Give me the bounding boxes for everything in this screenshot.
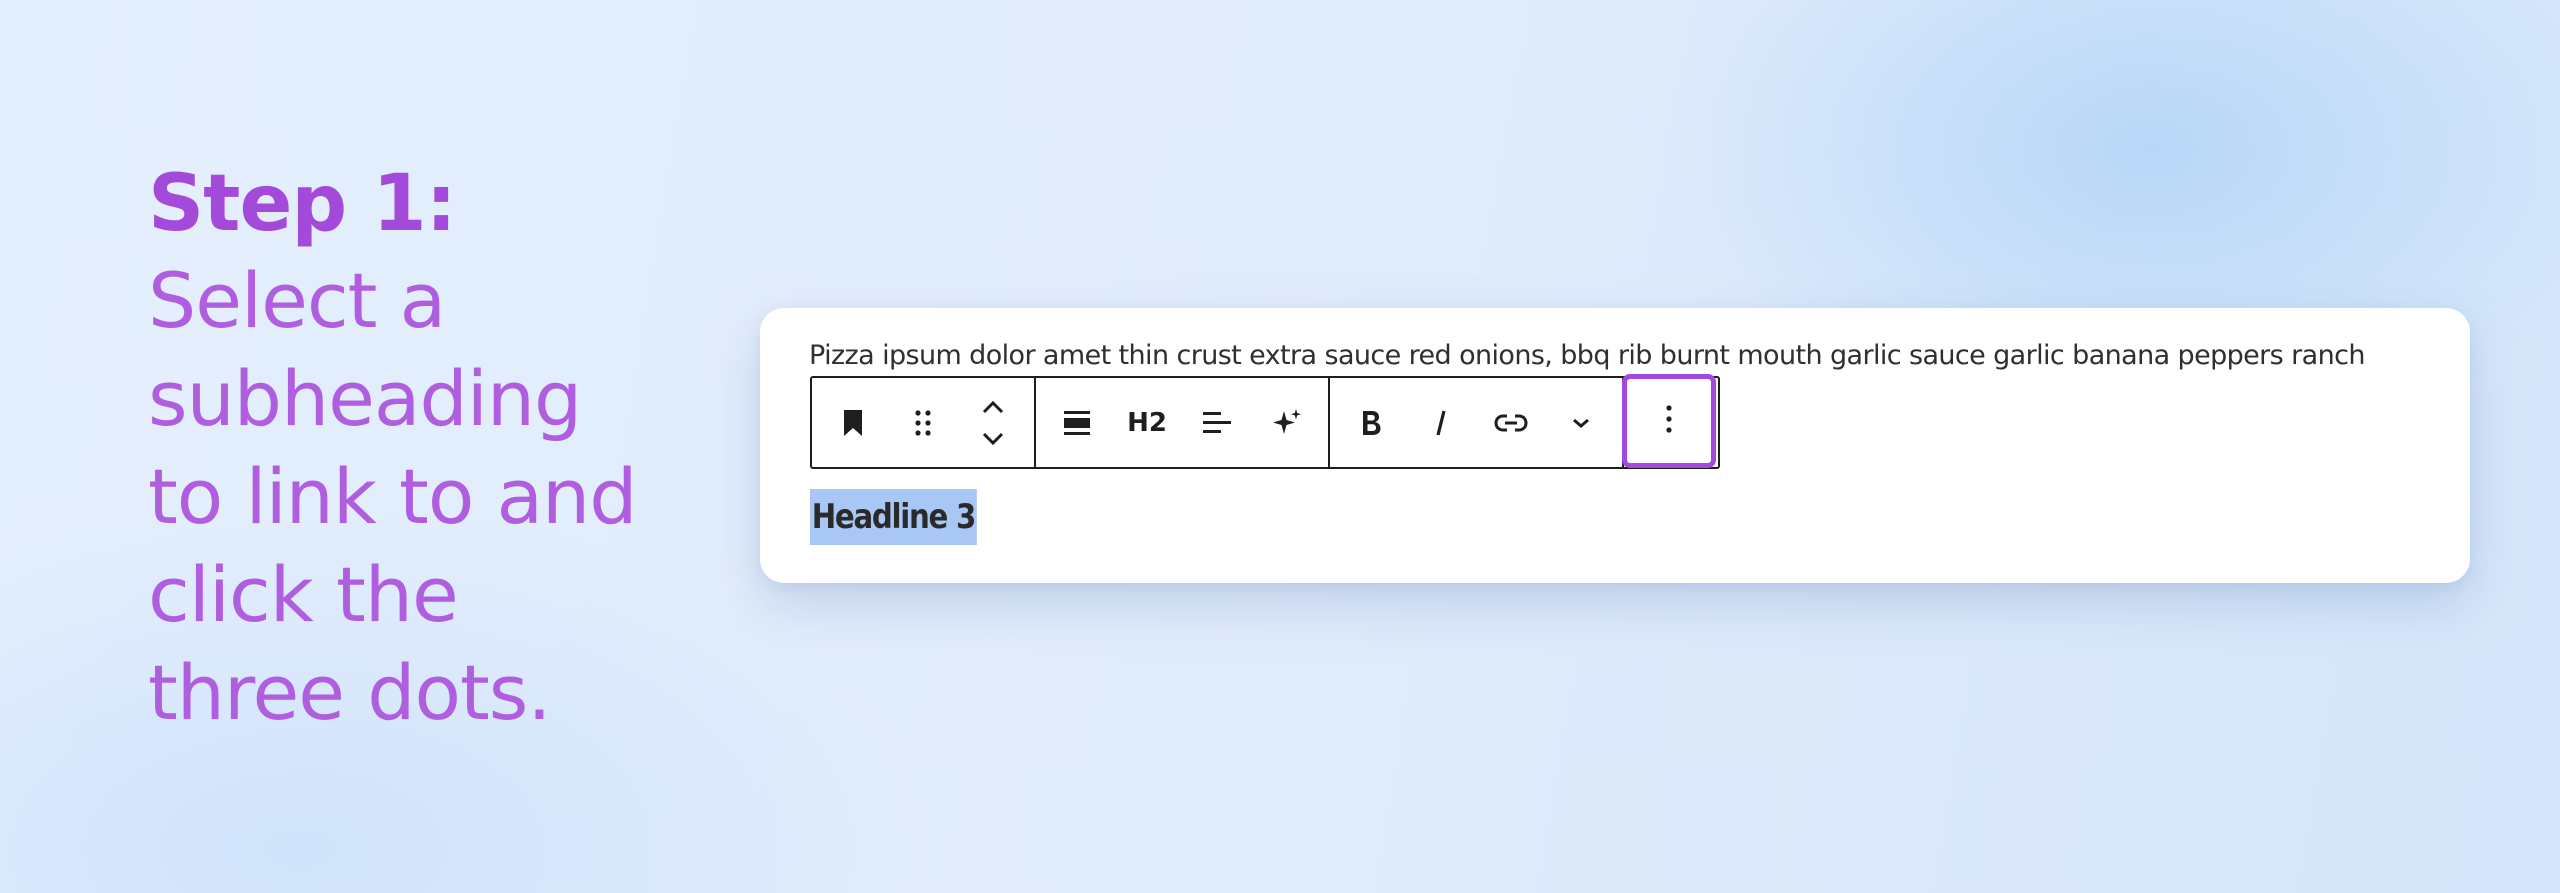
bold-button[interactable] (1336, 380, 1406, 465)
link-icon (1493, 412, 1529, 434)
headline-block[interactable]: Headline 3 (810, 489, 977, 545)
heading-level-button[interactable]: H2 (1112, 380, 1182, 465)
editor-card: Pizza ipsum dolor amet thin crust extra … (760, 308, 2470, 583)
ai-assist-button[interactable] (1252, 380, 1322, 465)
step-line-5: three dots. (148, 648, 552, 737)
bookmark-icon (840, 408, 866, 438)
move-up-down-icon (980, 398, 1006, 448)
chevron-down-icon (1569, 415, 1593, 431)
link-button[interactable] (1476, 380, 1546, 465)
step-line-2: subheading (148, 354, 582, 443)
italic-icon (1431, 408, 1451, 438)
toolbar-group-format (1330, 378, 1624, 467)
more-formatting-button[interactable] (1546, 380, 1616, 465)
step-line-3: to link to and (148, 452, 637, 541)
align-left-icon (1201, 408, 1233, 438)
italic-button[interactable] (1406, 380, 1476, 465)
bold-icon (1359, 408, 1383, 438)
instruction-panel: Step 1: Select a subheading to link to a… (148, 156, 708, 742)
toolbar-group-layout: H2 (1036, 378, 1330, 467)
vertical-dots-icon (1664, 403, 1674, 439)
block-toolbar: H2 (810, 376, 1720, 469)
drag-handle-icon (912, 408, 934, 438)
options-button[interactable] (1622, 374, 1716, 468)
align-button[interactable] (1042, 380, 1112, 465)
step-title: Step 1: (148, 159, 457, 249)
heading-level-label: H2 (1127, 407, 1167, 438)
sparkle-icon (1271, 407, 1303, 439)
block-type-button[interactable] (818, 380, 888, 465)
text-align-button[interactable] (1182, 380, 1252, 465)
step-line-1: Select a (148, 256, 446, 345)
align-wide-icon (1062, 408, 1092, 438)
toolbar-group-block (812, 378, 1036, 467)
move-block-button[interactable] (958, 380, 1028, 465)
step-line-4: click the (148, 550, 459, 639)
paragraph-block[interactable]: Pizza ipsum dolor amet thin crust extra … (809, 338, 2365, 374)
drag-handle-button[interactable] (888, 380, 958, 465)
